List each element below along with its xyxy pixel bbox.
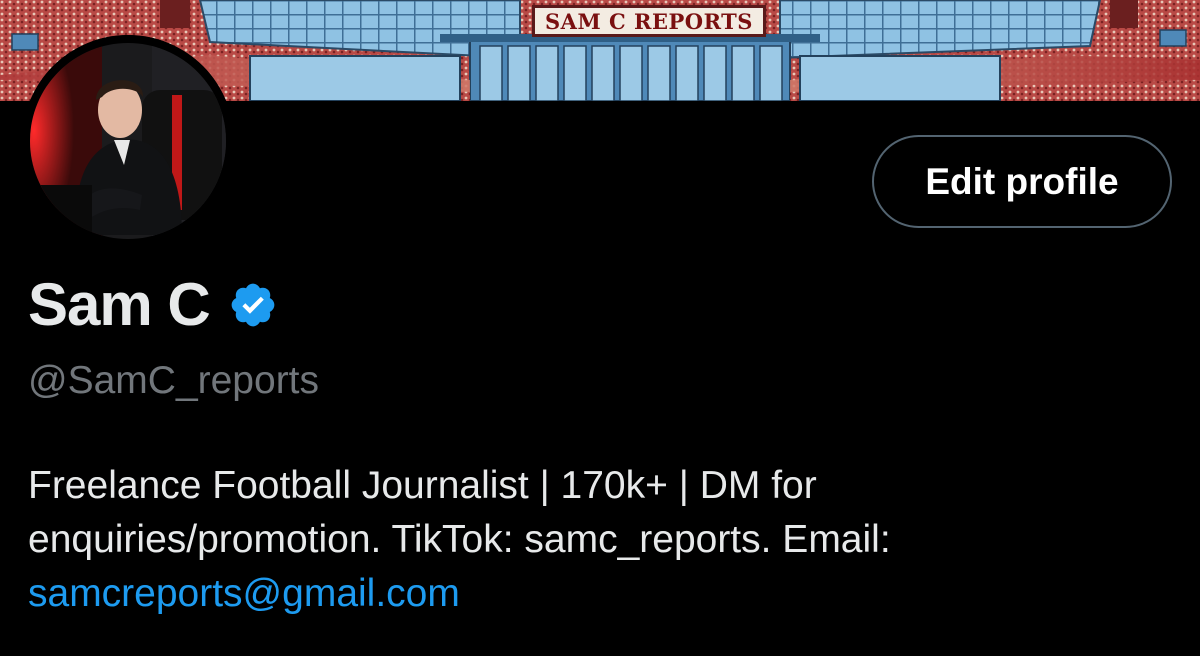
- profile-handle: @SamC_reports: [28, 359, 320, 402]
- profile-page: SAM C REPORTS Edit profile Sam C @SamC_r…: [0, 0, 1200, 656]
- avatar[interactable]: [22, 35, 234, 247]
- edit-profile-button[interactable]: Edit profile: [872, 135, 1172, 228]
- profile-bio: Freelance Football Journalist | 170k+ | …: [28, 459, 1178, 621]
- verified-check-icon[interactable]: [228, 280, 278, 330]
- avatar-image: [22, 35, 234, 247]
- bio-line-2: enquiries/promotion. TikTok: samc_report…: [28, 518, 891, 561]
- banner-sign: SAM C REPORTS: [532, 5, 766, 37]
- display-name: Sam C: [28, 271, 211, 338]
- bio-line-1: Freelance Football Journalist | 170k+ | …: [28, 464, 817, 507]
- bio-email-link[interactable]: samcreports@gmail.com: [28, 572, 460, 615]
- profile-name-row: Sam C: [28, 270, 278, 340]
